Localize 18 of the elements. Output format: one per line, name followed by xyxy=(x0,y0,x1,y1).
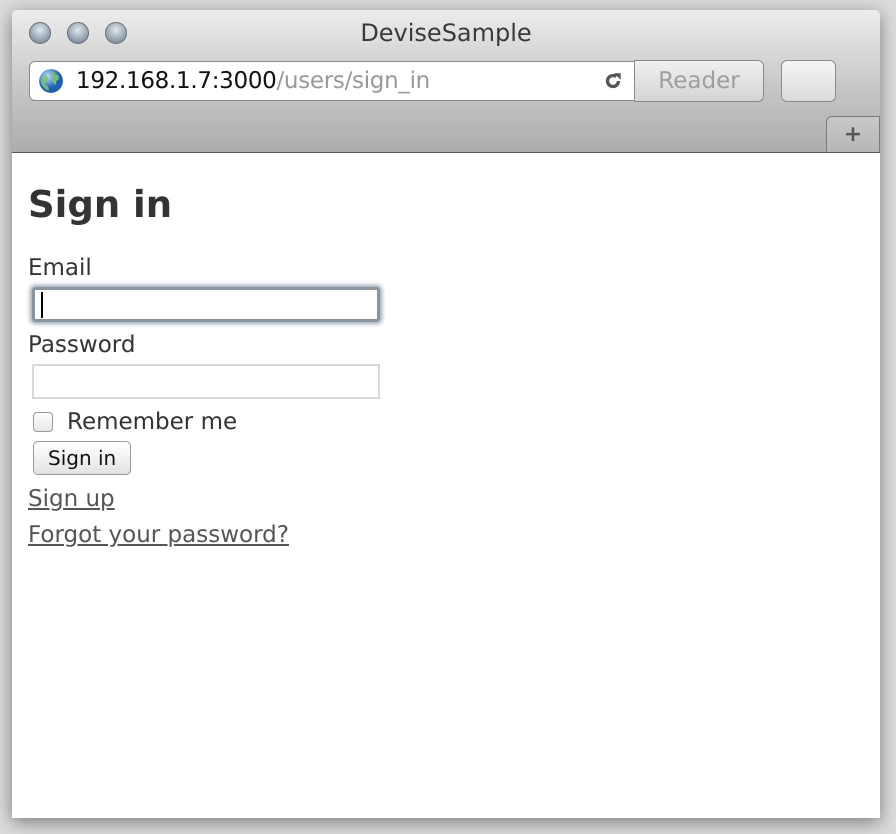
window-control-button[interactable] xyxy=(105,22,127,44)
window-control-button[interactable] xyxy=(29,22,51,44)
address-bar[interactable]: 192.168.1.7:3000/users/sign_in xyxy=(29,61,635,101)
sign-in-button[interactable]: Sign in xyxy=(33,441,132,475)
link[interactable]: Forgot your password? xyxy=(28,517,289,553)
url-text: 192.168.1.7:3000/users/sign_in xyxy=(76,68,431,94)
new-tab-button[interactable]: + xyxy=(826,116,880,152)
input-field[interactable] xyxy=(32,287,380,322)
globe-icon xyxy=(38,68,64,94)
window-control-button[interactable] xyxy=(67,22,89,44)
toolbar-button[interactable] xyxy=(781,60,836,102)
page-heading: Sign in xyxy=(28,183,172,227)
field-label: Password xyxy=(28,331,136,360)
window-title: DeviseSample xyxy=(360,19,532,47)
field-label: Email xyxy=(28,254,92,283)
checkbox-label: Remember me xyxy=(67,409,238,435)
checkbox[interactable] xyxy=(33,412,53,432)
link[interactable]: Sign up xyxy=(28,481,115,517)
